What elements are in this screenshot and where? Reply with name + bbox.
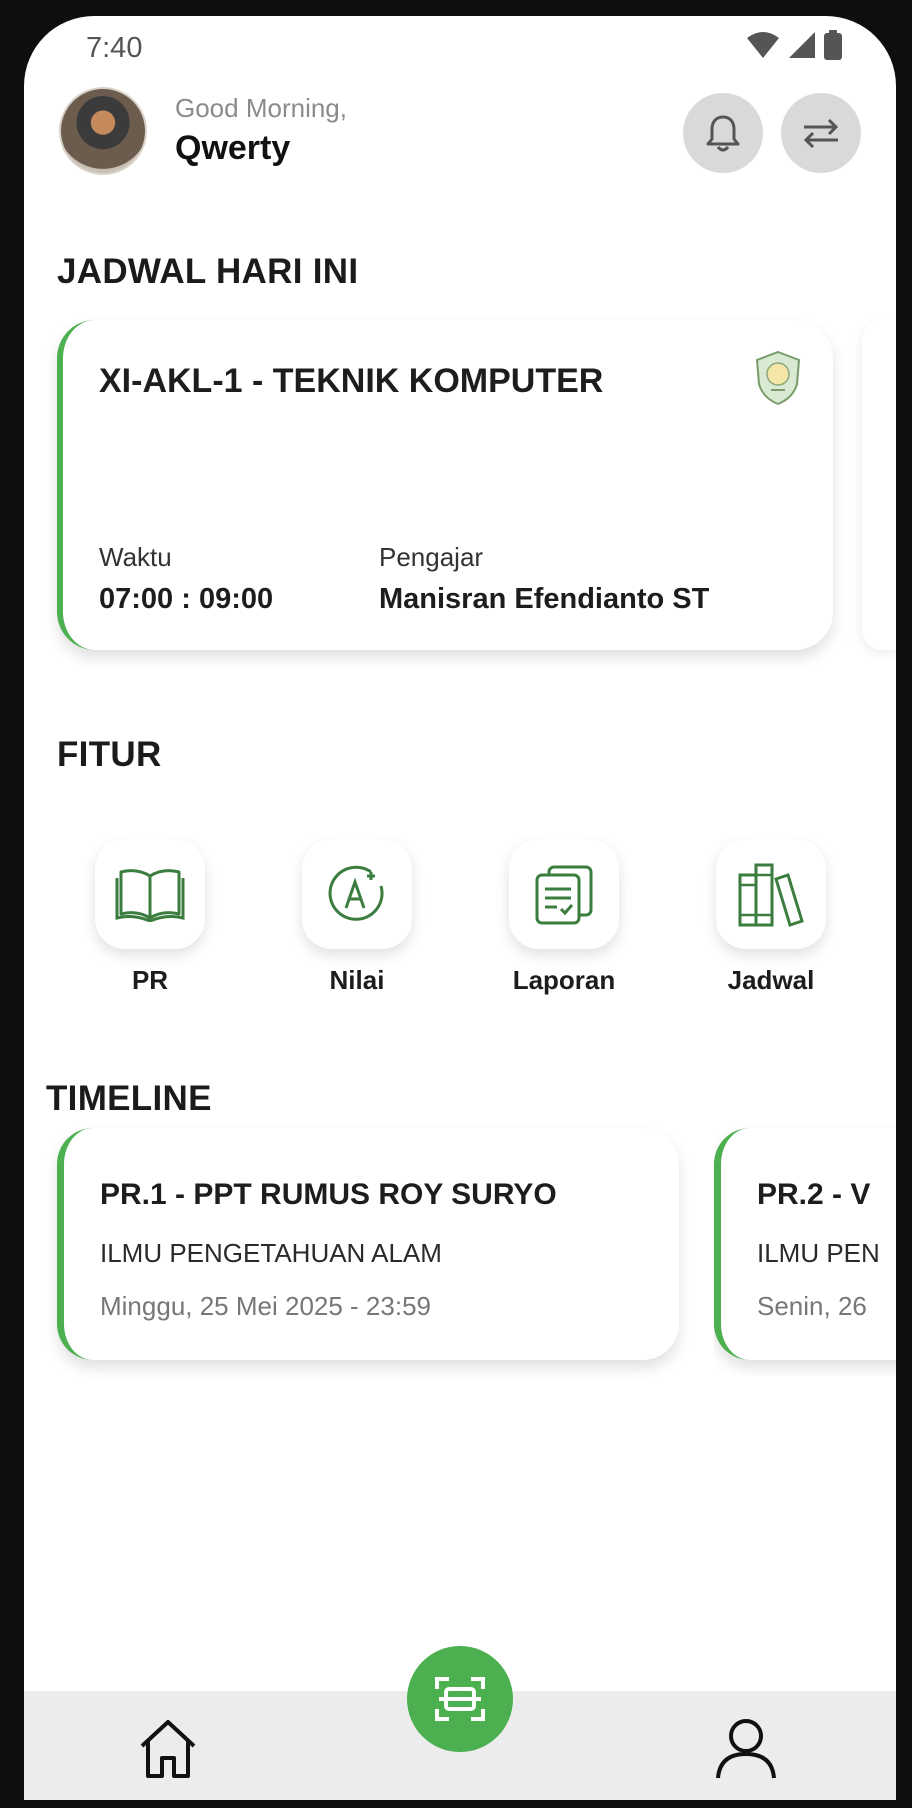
scan-icon <box>435 1677 485 1721</box>
person-icon <box>716 1719 776 1779</box>
timeline-card[interactable]: PR.1 - PPT RUMUS ROY SURYO ILMU PENGETAH… <box>57 1128 679 1360</box>
feature-jadwal-label: Jadwal <box>727 965 815 995</box>
notification-button[interactable] <box>683 93 763 173</box>
timeline-card-title: PR.1 - PPT RUMUS ROY SURYO <box>100 1178 557 1211</box>
feature-pr-label: PR <box>131 965 169 995</box>
timeline-card-subject: ILMU PEN <box>757 1238 880 1268</box>
battery-icon <box>824 30 842 60</box>
grade-a-plus-icon <box>328 865 384 921</box>
feature-pr[interactable]: PR <box>50 839 250 996</box>
books-icon <box>738 863 804 927</box>
feature-nilai-label: Nilai <box>329 965 385 995</box>
school-logo-icon <box>755 350 801 406</box>
report-icon <box>535 865 593 925</box>
feature-laporan-label: Laporan <box>512 965 616 995</box>
timeline-carousel-clip: PR.2 - V ILMU PEN Senin, 26 <box>714 1116 896 1376</box>
teacher-value: Manisran Efendianto ST <box>379 583 710 615</box>
nav-home-button[interactable] <box>136 1716 200 1785</box>
wifi-icon <box>747 32 779 58</box>
feature-jadwal-box <box>716 839 826 949</box>
teacher-label: Pengajar <box>379 542 484 572</box>
schedule-section-title: JADWAL HARI INI <box>57 252 359 291</box>
timeline-card-title: PR.2 - V <box>757 1178 871 1211</box>
feature-jadwal[interactable]: Jadwal <box>671 839 871 996</box>
timeline-card-subject: ILMU PENGETAHUAN ALAM <box>100 1238 442 1268</box>
time-label: Waktu <box>99 542 172 572</box>
features-section-title: FITUR <box>57 735 162 774</box>
timeline-section-title: TIMELINE <box>46 1079 212 1118</box>
feature-laporan[interactable]: Laporan <box>464 839 664 996</box>
app-screen: 7:40 Good Morning, Qwerty JADWAL HARI IN… <box>24 16 896 1800</box>
time-value: 07:00 : 09:00 <box>99 583 274 615</box>
timeline-card[interactable]: PR.2 - V ILMU PEN Senin, 26 <box>714 1128 896 1360</box>
greeting-text: Good Morning, <box>175 93 347 123</box>
status-icons <box>746 30 842 60</box>
scan-button[interactable] <box>407 1646 513 1752</box>
schedule-card[interactable]: XI-AKL-1 - TEKNIK KOMPUTER Waktu 07:00 :… <box>57 320 833 650</box>
feature-laporan-box <box>509 839 619 949</box>
feature-nilai-box <box>302 839 412 949</box>
feature-pr-box <box>95 839 205 949</box>
username: Qwerty <box>175 129 291 167</box>
nav-profile-button[interactable] <box>714 1716 778 1785</box>
switch-button[interactable] <box>781 93 861 173</box>
device-frame: 7:40 Good Morning, Qwerty JADWAL HARI IN… <box>0 0 912 1808</box>
book-icon <box>115 869 185 922</box>
timeline-card-date: Minggu, 25 Mei 2025 - 23:59 <box>100 1291 431 1321</box>
status-time: 7:40 <box>86 32 143 64</box>
class-title: XI-AKL-1 - TEKNIK KOMPUTER <box>99 362 604 400</box>
avatar[interactable] <box>59 87 147 175</box>
feature-nilai[interactable]: Nilai <box>257 839 457 996</box>
schedule-card-next[interactable] <box>862 320 896 650</box>
bell-icon <box>706 115 740 152</box>
signal-icon <box>789 32 815 58</box>
timeline-card-date: Senin, 26 <box>757 1291 867 1321</box>
home-icon <box>140 1720 196 1778</box>
swap-arrows-icon <box>803 118 839 149</box>
